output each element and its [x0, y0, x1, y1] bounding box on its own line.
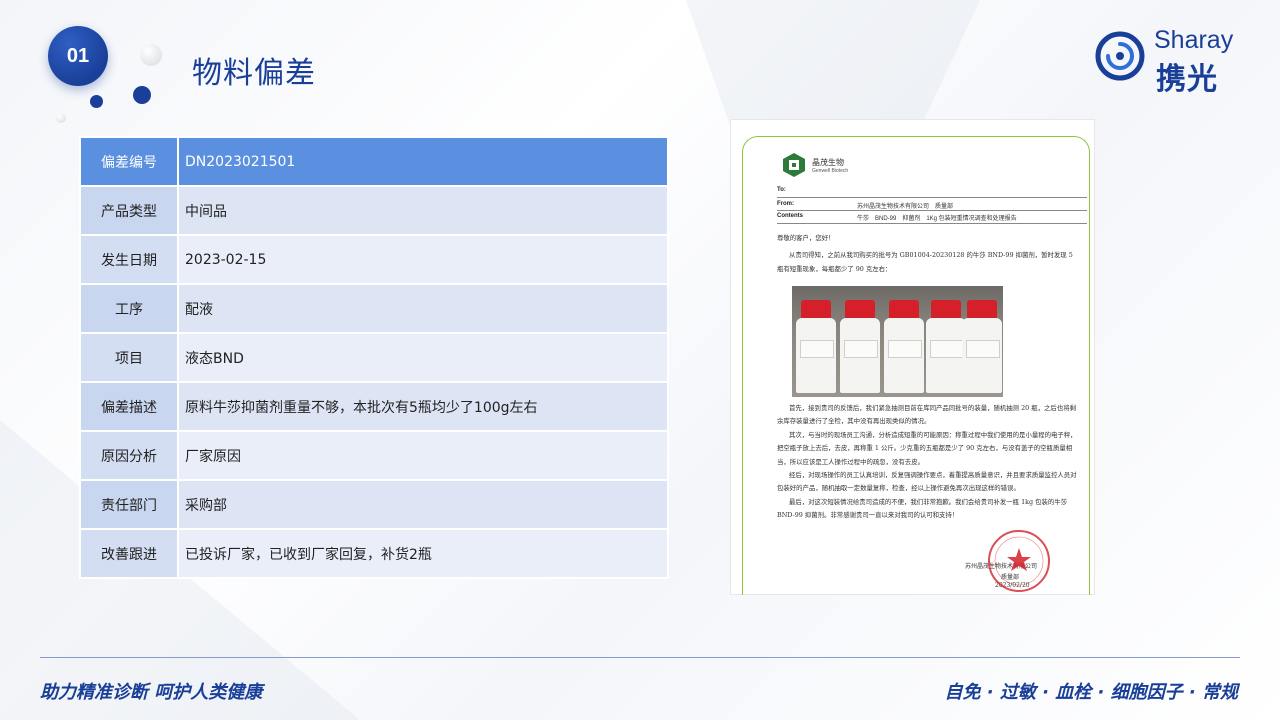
row-value: DN2023021501 — [177, 136, 669, 187]
sharay-logo: Sharay 携光 — [1090, 26, 1250, 97]
doc-from-value: 苏州晶茂生物技术有限公司 质量部 — [857, 204, 954, 210]
table-row: 偏差描述 原料牛莎抑菌剂重量不够，本批次有5瓶均少了100g左右 — [79, 381, 669, 432]
row-key: 偏差编号 — [79, 136, 179, 187]
bottle-image — [884, 300, 924, 393]
section-number-badge: 01 — [48, 26, 108, 86]
genwell-logo-icon — [783, 153, 805, 177]
row-key: 原因分析 — [79, 430, 179, 481]
decorative-dot — [56, 113, 66, 123]
table-row: 原因分析 厂家原因 — [79, 430, 669, 481]
bottle-image — [840, 300, 880, 393]
row-key: 项目 — [79, 332, 179, 383]
logo-text-cn: 携光 — [1156, 62, 1218, 97]
footer-product-lines: 自免 · 过敏 · 血栓 · 细胞因子 · 常规 — [944, 682, 1238, 703]
doc-paragraph: 首先，接到贵司的反馈后，我们紧急抽测目前在库同产品同批号的装量，随机抽测 20 … — [777, 404, 1076, 426]
bottle-image — [796, 300, 836, 393]
row-key: 责任部门 — [79, 479, 179, 530]
row-value: 厂家原因 — [177, 430, 669, 481]
table-row: 改善跟进 已投诉厂家，已收到厂家回复，补货2瓶 — [79, 528, 669, 579]
decorative-dot — [133, 86, 151, 104]
doc-paragraph: 其次，与当时的现场员工沟通，分析造成短重的可能原因：称重过程中我们使用的是小量程… — [777, 430, 1077, 466]
footer-slogan: 助力精准诊断 呵护人类健康 — [40, 682, 263, 703]
row-value: 采购部 — [177, 479, 669, 530]
logo-text-en: Sharay — [1154, 26, 1234, 54]
bottle-image — [926, 300, 966, 393]
table-row: 工序 配液 — [79, 283, 669, 334]
doc-paragraph: 最后，对这次短装情况给贵司造成的不便，我们非常抱歉。我们会给贵司补发一瓶 1kg… — [777, 497, 1068, 520]
doc-rule — [777, 223, 1087, 224]
row-key: 偏差描述 — [79, 381, 179, 432]
doc-rule — [777, 197, 1087, 198]
row-value: 配液 — [177, 283, 669, 334]
doc-rule — [777, 210, 1087, 211]
row-value: 中间品 — [177, 185, 669, 236]
doc-contents-label: Contents — [777, 213, 803, 219]
doc-paragraph: 经后，对现场操作的员工认真培训，反复强调操作要点，着重提高质量意识，并且要求质量… — [777, 471, 1077, 493]
doc-body-top: 尊敬的客户，您好！ 从贵司得知，之前从我司购买的批号为 GB01004-2023… — [777, 232, 1077, 276]
decorative-dot — [140, 44, 162, 66]
bottle-image — [962, 300, 1002, 393]
row-value: 2023-02-15 — [177, 234, 669, 285]
doc-from-label: From: — [777, 201, 794, 207]
table-row: 项目 液态BND — [79, 332, 669, 383]
row-value: 已投诉厂家，已收到厂家回复，补货2瓶 — [177, 528, 669, 579]
row-key: 产品类型 — [79, 185, 179, 236]
row-value: 液态BND — [177, 332, 669, 383]
doc-company-name: 晶茂生物 — [812, 158, 844, 167]
deviation-table: 偏差编号 DN2023021501 产品类型 中间品 发生日期 2023-02-… — [79, 136, 669, 579]
row-key: 发生日期 — [79, 234, 179, 285]
table-row: 发生日期 2023-02-15 — [79, 234, 669, 285]
row-value: 原料牛莎抑菌剂重量不够，本批次有5瓶均少了100g左右 — [177, 381, 669, 432]
company-seal-stamp — [988, 530, 1050, 592]
table-row: 偏差编号 DN2023021501 — [79, 136, 669, 187]
row-key: 改善跟进 — [79, 528, 179, 579]
sharay-swirl-icon — [1095, 31, 1145, 81]
doc-to-label: To: — [777, 187, 786, 193]
table-row: 责任部门 采购部 — [79, 479, 669, 530]
page-title: 物料偏差 — [192, 56, 316, 91]
bottles-photo — [792, 286, 1003, 397]
doc-body-bottom: 首先，接到贵司的反馈后，我们紧急抽测目前在库同产品同批号的装量，随机抽测 20 … — [777, 402, 1077, 523]
supplier-report-image: 晶茂生物 Genwell Biotech To: From: 苏州晶茂生物技术有… — [731, 120, 1094, 595]
row-key: 工序 — [79, 283, 179, 334]
footer-divider — [40, 657, 1240, 658]
doc-paragraph: 从贵司得知，之前从我司购买的批号为 GB01004-20230128 的牛莎 B… — [777, 251, 1073, 273]
decorative-dot — [90, 95, 103, 108]
table-row: 产品类型 中间品 — [79, 185, 669, 236]
doc-contents-value: 牛莎 BND-99 抑菌剂 1Kg 包装短重情况调查和处理报告 — [857, 216, 1017, 222]
doc-greeting: 尊敬的客户，您好！ — [777, 234, 835, 242]
doc-company-name-en: Genwell Biotech — [812, 168, 849, 174]
